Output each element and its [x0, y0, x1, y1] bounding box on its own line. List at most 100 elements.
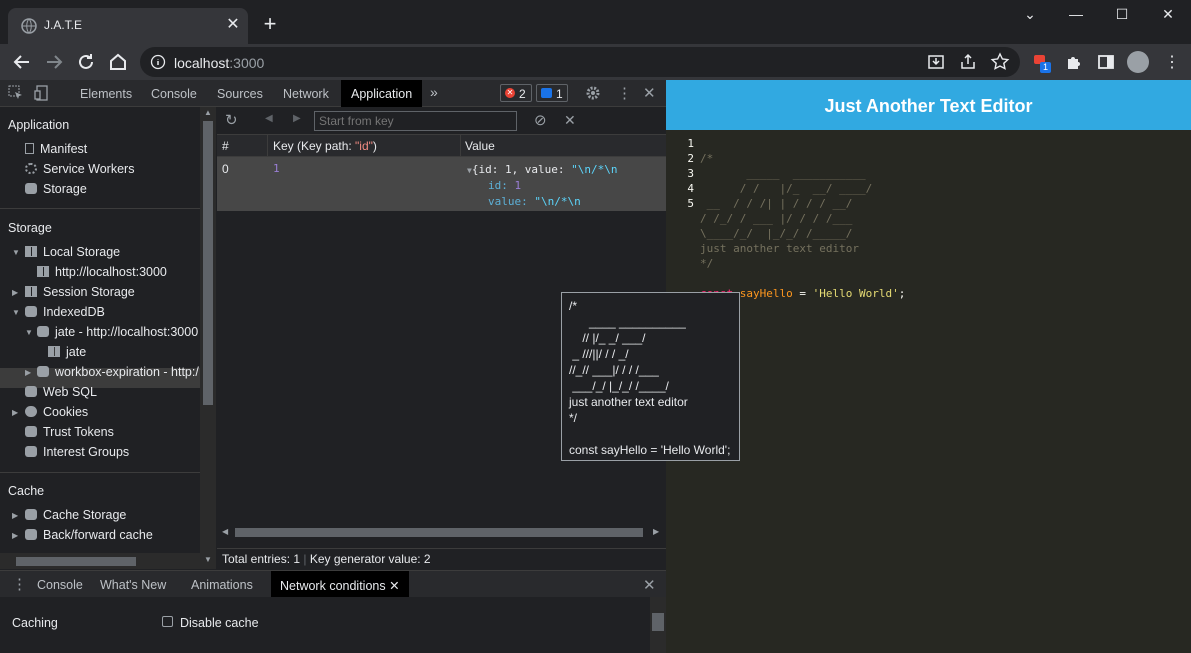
sidebar-item-trust-tokens[interactable]: Trust Tokens [25, 425, 114, 439]
collapsed-triangle-icon[interactable]: ▶ [12, 511, 18, 520]
delete-selected-icon[interactable]: ✕ [564, 112, 576, 129]
inspect-element-icon[interactable] [8, 85, 24, 101]
scrollbar-thumb[interactable] [16, 557, 136, 566]
line-number: 4 [687, 182, 694, 195]
tab-application[interactable]: Application [341, 80, 423, 107]
chevron-down-icon[interactable]: ⌄ [1010, 6, 1050, 26]
devtools-menu-icon[interactable]: ⋮ [617, 84, 632, 102]
sidebar-item-workbox[interactable]: workbox-expiration - http:/ [37, 365, 199, 379]
drawer-tab-network-conditions[interactable]: Network conditions ✕ [271, 571, 409, 598]
home-icon[interactable] [106, 50, 130, 74]
table-row[interactable]: 0 1 ▼{id: 1, value: "\n/*\n id: 1 value:… [217, 157, 666, 211]
drawer-tab-console[interactable]: Console [37, 578, 83, 592]
start-from-key-input[interactable] [314, 111, 517, 131]
close-drawer-icon[interactable]: ✕ [643, 576, 656, 594]
sidebar-item-local-storage[interactable]: Local Storage [25, 245, 120, 259]
sidebar-item-manifest[interactable]: Manifest [25, 142, 87, 156]
clear-store-icon[interactable]: ⊘ [534, 111, 547, 129]
star-icon[interactable] [990, 52, 1010, 72]
share-icon[interactable] [958, 52, 978, 72]
sidebar-item-bf-cache[interactable]: Back/forward cache [25, 528, 153, 542]
sidebar-item-localhost[interactable]: http://localhost:3000 [37, 265, 167, 279]
disable-cache-label[interactable]: Disable cache [180, 616, 259, 630]
scrollbar-thumb[interactable] [203, 121, 213, 405]
row-value-summary[interactable]: ▼{id: 1, value: "\n/*\n [467, 163, 618, 176]
error-counter[interactable]: ✕ 2 [500, 84, 532, 102]
sidebar-item-cache-storage[interactable]: Cache Storage [25, 508, 126, 522]
sidebar-item-storage[interactable]: Storage [25, 182, 87, 196]
row-key: 1 [273, 162, 280, 175]
column-value[interactable]: Value [465, 139, 495, 153]
message-counter[interactable]: 1 [536, 84, 568, 102]
back-arrow-icon[interactable] [10, 50, 34, 74]
info-icon[interactable] [150, 54, 166, 70]
previous-page-icon[interactable]: ◀ [265, 113, 273, 124]
scroll-left-icon[interactable]: ◀ [222, 527, 228, 536]
sidebar-item-web-sql[interactable]: Web SQL [25, 385, 97, 399]
code-editor[interactable]: 1 2 3 4 5 /* _____ ___________ / / |/_ _… [666, 130, 1191, 653]
collapsed-triangle-icon[interactable]: ▶ [12, 408, 18, 417]
reload-icon[interactable] [74, 50, 98, 74]
prop-value: 1 [514, 179, 522, 192]
sidebar-item-cookies[interactable]: Cookies [25, 405, 88, 419]
collapsed-triangle-icon[interactable]: ▶ [25, 368, 31, 377]
side-panel-icon[interactable] [1096, 52, 1116, 72]
collapsed-triangle-icon[interactable]: ▶ [12, 531, 18, 540]
scroll-down-icon[interactable]: ▼ [204, 555, 212, 564]
table-hscrollbar[interactable]: ◀ ▶ [217, 524, 666, 540]
tab-elements[interactable]: Elements [80, 87, 132, 101]
forward-arrow-icon[interactable] [42, 50, 66, 74]
avatar[interactable] [1127, 51, 1149, 73]
scrollbar-thumb[interactable] [652, 613, 664, 631]
install-icon[interactable] [926, 52, 946, 72]
more-tabs-icon[interactable]: » [430, 84, 438, 100]
puzzle-extensions-icon[interactable] [1064, 52, 1084, 72]
sidebar-item-session-storage[interactable]: Session Storage [25, 285, 135, 299]
code-line: / /_/ / ___ |/ / / /___ [700, 212, 853, 225]
close-drawer-tab-icon[interactable]: ✕ [389, 579, 399, 593]
close-window-button[interactable]: ✕ [1148, 6, 1188, 26]
minimize-button[interactable]: — [1056, 6, 1096, 26]
sidebar-item-jate-db[interactable]: jate - http://localhost:3000 [37, 325, 198, 339]
code-line: \____/_/ |_/_/ /_____/ [700, 227, 853, 240]
expanded-triangle-icon[interactable]: ▼ [25, 328, 33, 337]
value-object: {id: 1, value: [471, 163, 572, 176]
browser-tab[interactable]: J.A.T.E ✕ [8, 8, 248, 44]
device-toolbar-icon[interactable] [34, 85, 50, 101]
sidebar-scrollbar[interactable]: ▲ ▼ [200, 107, 216, 569]
drawer-tab-animations[interactable]: Animations [191, 578, 253, 592]
expanded-triangle-icon[interactable]: ▼ [12, 308, 20, 317]
tab-sources[interactable]: Sources [217, 87, 263, 101]
drawer-tab-whats-new[interactable]: What's New [100, 578, 166, 592]
sidebar-item-indexeddb[interactable]: IndexedDB [25, 305, 105, 319]
kebab-menu-icon[interactable]: ⋮ [1162, 52, 1182, 72]
scroll-right-icon[interactable]: ▶ [653, 527, 659, 536]
close-devtools-icon[interactable]: ✕ [643, 84, 656, 102]
drawer-menu-icon[interactable]: ⋮ [12, 575, 27, 593]
maximize-button[interactable]: ☐ [1102, 6, 1142, 26]
next-page-icon[interactable]: ▶ [293, 113, 301, 124]
scroll-up-icon[interactable]: ▲ [204, 108, 212, 117]
network-conditions-panel: Caching Disable cache [0, 597, 666, 653]
address-bar[interactable]: localhost:3000 [140, 47, 1020, 77]
refresh-icon[interactable]: ↻ [225, 111, 238, 129]
sidebar-item-service-workers[interactable]: Service Workers [25, 162, 134, 176]
column-key[interactable]: Key (Key path: "id") [273, 139, 377, 153]
database-icon [25, 509, 37, 520]
document-icon [25, 143, 34, 154]
extension-badge-icon[interactable]: 1 [1032, 52, 1052, 73]
close-tab-icon[interactable]: ✕ [224, 16, 242, 34]
new-tab-button[interactable]: + [260, 13, 280, 35]
collapsed-triangle-icon[interactable]: ▶ [12, 288, 18, 297]
tab-console[interactable]: Console [151, 87, 197, 101]
drawer-scrollbar[interactable] [650, 597, 666, 653]
tab-network[interactable]: Network [283, 87, 329, 101]
sidebar-hscrollbar[interactable] [0, 553, 200, 569]
sidebar-item-interest-groups[interactable]: Interest Groups [25, 445, 129, 459]
scrollbar-thumb[interactable] [235, 528, 643, 537]
settings-gear-icon[interactable] [585, 85, 601, 101]
disable-cache-checkbox[interactable] [162, 616, 173, 627]
expanded-triangle-icon[interactable]: ▼ [12, 248, 20, 257]
sidebar-item-jate-store[interactable]: jate [48, 345, 86, 359]
column-index[interactable]: # [222, 139, 229, 153]
